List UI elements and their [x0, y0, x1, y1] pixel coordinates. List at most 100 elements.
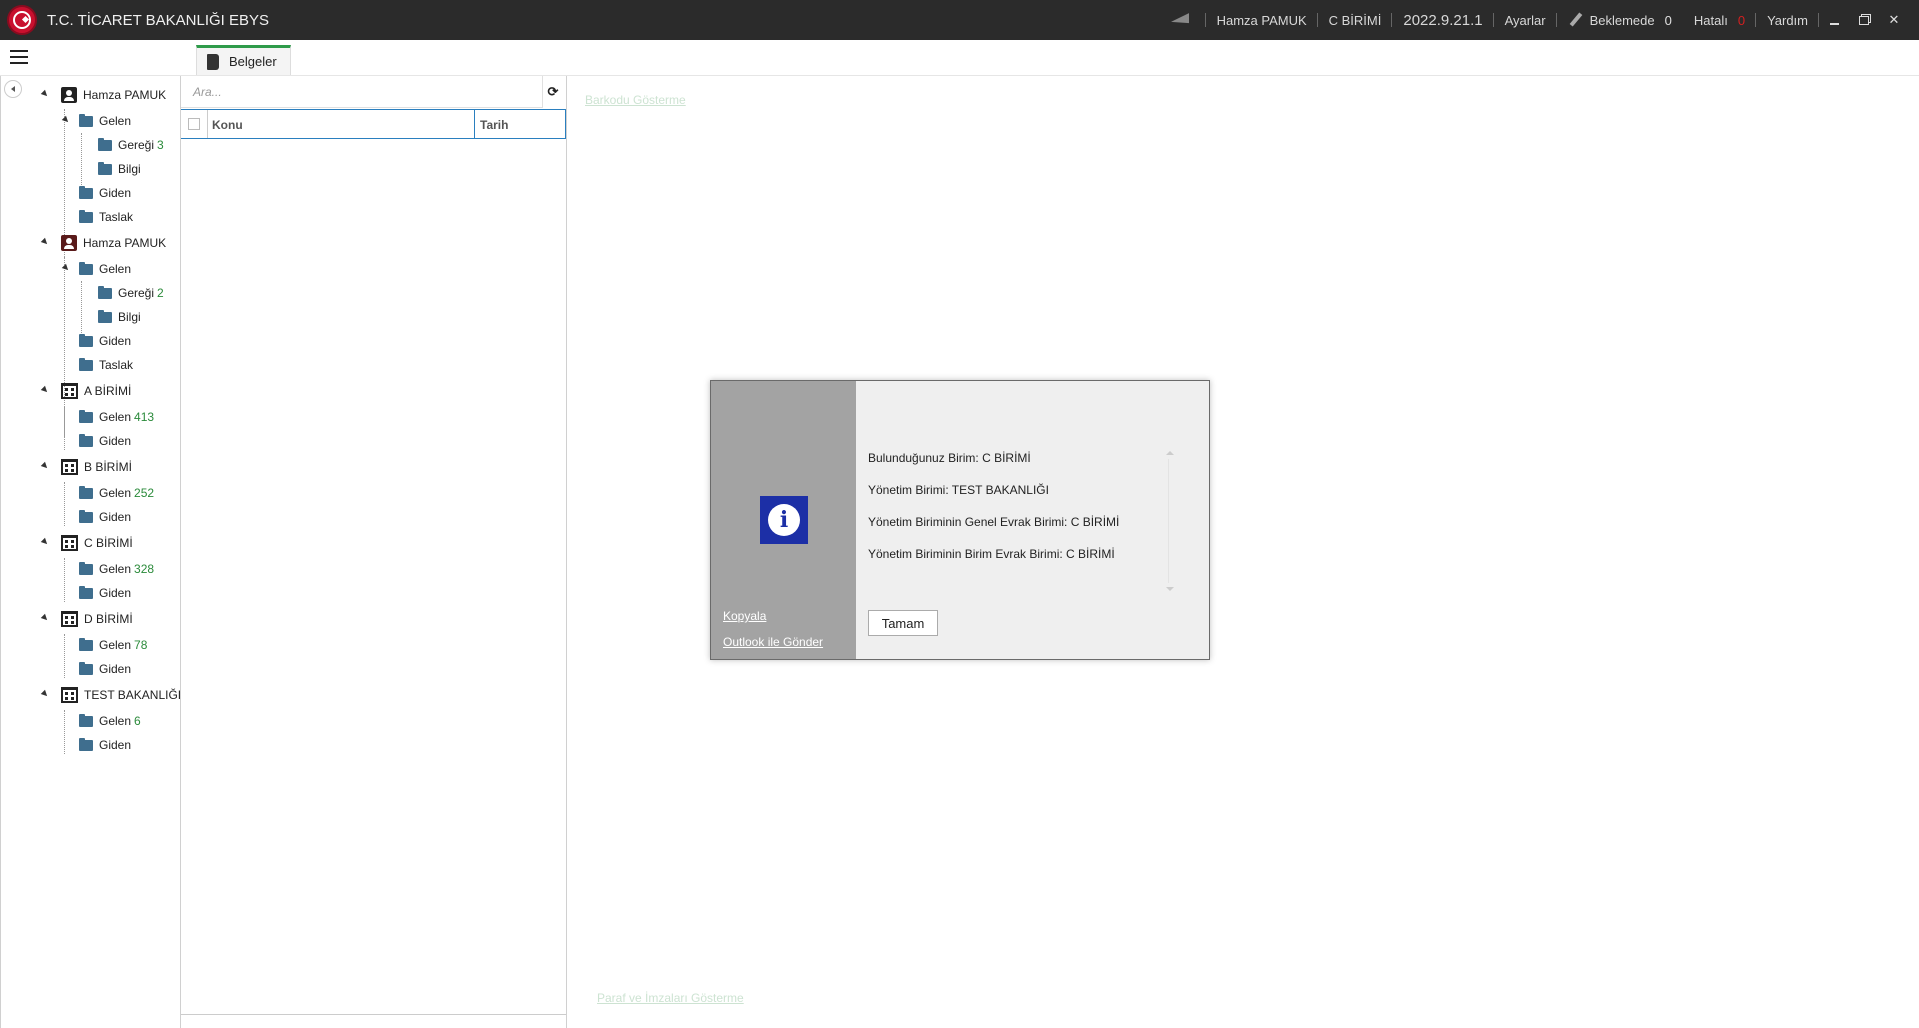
tree-unit-b-gelen[interactable]: Gelen 252: [79, 483, 154, 503]
document-list: Ara... ⟳ Konu Tarih: [181, 76, 567, 1028]
help-button[interactable]: Yardım: [1756, 0, 1819, 40]
dialog-side-panel: i Kopyala Outlook ile Gönder: [711, 381, 856, 659]
error-button[interactable]: Hatalı 0: [1683, 0, 1757, 40]
tree-user2-gelen[interactable]: Gelen: [61, 259, 131, 279]
collapse-panel-button[interactable]: [4, 80, 22, 98]
select-all-checkbox-cell[interactable]: [181, 110, 208, 138]
tree-user2-giden[interactable]: Giden: [79, 331, 131, 351]
folder-tree: Hamza PAMUK Gelen Gereği 3 Bilgi Giden T…: [0, 76, 181, 1028]
barcode-link[interactable]: Barkodu Gösterme: [585, 93, 686, 107]
folder-icon: [98, 309, 112, 323]
close-button[interactable]: ✕: [1879, 0, 1909, 40]
collapse-toggle[interactable]: [40, 689, 50, 699]
tree-unit-d-giden[interactable]: Giden: [79, 659, 131, 679]
folder-icon: [79, 357, 93, 371]
tab-belgeler[interactable]: Belgeler: [196, 45, 291, 75]
tree-unit-c-giden[interactable]: Giden: [79, 583, 131, 603]
column-tarih[interactable]: Tarih: [475, 110, 565, 138]
tree-unit-a-giden[interactable]: Giden: [79, 431, 131, 451]
tree-user1-gelen[interactable]: Gelen: [61, 111, 131, 131]
outlook-send-link[interactable]: Outlook ile Gönder: [723, 635, 823, 649]
collapse-toggle[interactable]: [40, 89, 50, 99]
tree-unit-c[interactable]: C BİRİMİ: [40, 533, 133, 553]
user-name[interactable]: Hamza PAMUK: [1206, 0, 1318, 40]
select-all-checkbox[interactable]: [188, 118, 200, 130]
title-bar: T.C. TİCARET BAKANLIĞI EBYS Hamza PAMUK …: [0, 0, 1919, 40]
copy-link[interactable]: Kopyala: [723, 609, 766, 623]
folder-icon: [79, 433, 93, 447]
settings-button[interactable]: Ayarlar: [1494, 0, 1557, 40]
collapse-toggle[interactable]: [40, 461, 50, 471]
dialog-line-unit-records-unit: Yönetim Biriminin Birim Evrak Birimi: C …: [868, 547, 1115, 561]
current-unit[interactable]: C BİRİMİ: [1318, 0, 1393, 40]
folder-icon: [79, 261, 93, 275]
column-konu[interactable]: Konu: [208, 110, 475, 138]
dialog-line-current-unit: Bulunduğunuz Birim: C BİRİMİ: [868, 451, 1031, 465]
restore-button[interactable]: [1849, 0, 1879, 40]
tree-unit-test-giden[interactable]: Giden: [79, 735, 131, 755]
ministry-logo: [7, 5, 37, 35]
dialog-line-general-records-unit: Yönetim Biriminin Genel Evrak Birimi: C …: [868, 515, 1120, 529]
folder-icon: [79, 485, 93, 499]
folder-icon: [79, 713, 93, 727]
scrollbar[interactable]: [1168, 459, 1169, 583]
book-icon: [207, 53, 219, 70]
tree-unit-a-gelen[interactable]: Gelen 413: [79, 407, 154, 427]
count-badge: 328: [134, 562, 155, 576]
minimize-icon: [1829, 23, 1839, 25]
refresh-icon[interactable]: ⟳: [545, 84, 561, 100]
scroll-up-icon[interactable]: [1166, 451, 1174, 455]
count-badge: 413: [134, 410, 155, 424]
announcements-button[interactable]: [1158, 0, 1206, 40]
tree-unit-test-gelen[interactable]: Gelen 6: [79, 711, 141, 731]
tree-user1-giden[interactable]: Giden: [79, 183, 131, 203]
app-title: T.C. TİCARET BAKANLIĞI EBYS: [47, 11, 270, 29]
count-badge: 78: [134, 638, 148, 652]
minimize-button[interactable]: [1819, 0, 1849, 40]
folder-icon: [98, 161, 112, 175]
user-icon: [61, 87, 77, 103]
collapse-toggle[interactable]: [40, 537, 50, 547]
tree-user-1[interactable]: Hamza PAMUK: [40, 85, 166, 105]
tree-user1-taslak[interactable]: Taslak: [79, 207, 133, 227]
folder-icon: [79, 661, 93, 675]
tree-user1-geregi[interactable]: Gereği 3: [98, 135, 164, 155]
scroll-down-icon[interactable]: [1166, 587, 1174, 591]
user-badge-icon: [61, 235, 77, 251]
count-badge: 2: [157, 286, 164, 300]
error-label: Hatalı: [1693, 12, 1728, 28]
pending-button[interactable]: Beklemede 0: [1557, 0, 1683, 40]
close-icon: ✕: [1888, 12, 1900, 27]
menu-icon[interactable]: [10, 50, 28, 64]
tree-user2-taslak[interactable]: Taslak: [79, 355, 133, 375]
tree-unit-test[interactable]: TEST BAKANLIĞI: [40, 685, 181, 705]
tree-user-2[interactable]: Hamza PAMUK: [40, 233, 166, 253]
tree-unit-a[interactable]: A BİRİMİ: [40, 381, 131, 401]
tree-unit-d-gelen[interactable]: Gelen 78: [79, 635, 147, 655]
collapse-toggle[interactable]: [40, 237, 50, 247]
version-label: 2022.9.21.1: [1392, 0, 1494, 40]
ok-button[interactable]: Tamam: [868, 610, 938, 636]
signatures-link[interactable]: Paraf ve İmzaları Gösterme: [597, 991, 744, 1005]
tree-unit-d[interactable]: D BİRİMİ: [40, 609, 133, 629]
search-input[interactable]: Ara...: [181, 76, 543, 108]
tree-user2-bilgi[interactable]: Bilgi: [98, 307, 141, 327]
tree-unit-c-gelen[interactable]: Gelen 328: [79, 559, 154, 579]
tree-user1-bilgi[interactable]: Bilgi: [98, 159, 141, 179]
tree-unit-b[interactable]: B BİRİMİ: [40, 457, 132, 477]
collapse-toggle[interactable]: [40, 613, 50, 623]
collapse-toggle[interactable]: [61, 115, 71, 125]
tree-unit-b-giden[interactable]: Giden: [79, 507, 131, 527]
tab-label: Belgeler: [229, 54, 277, 69]
megaphone-icon: [1169, 13, 1195, 27]
folder-icon: [79, 585, 93, 599]
collapse-toggle[interactable]: [61, 263, 71, 273]
count-badge: 252: [134, 486, 155, 500]
collapse-toggle[interactable]: [40, 385, 50, 395]
tree-user2-geregi[interactable]: Gereği 2: [98, 283, 164, 303]
info-dialog: i Kopyala Outlook ile Gönder Bulunduğunu…: [710, 380, 1210, 660]
folder-icon: [79, 185, 93, 199]
info-icon: i: [760, 496, 808, 544]
dialog-content: Bulunduğunuz Birim: C BİRİMİ Yönetim Bir…: [856, 381, 1209, 659]
folder-icon: [79, 737, 93, 751]
